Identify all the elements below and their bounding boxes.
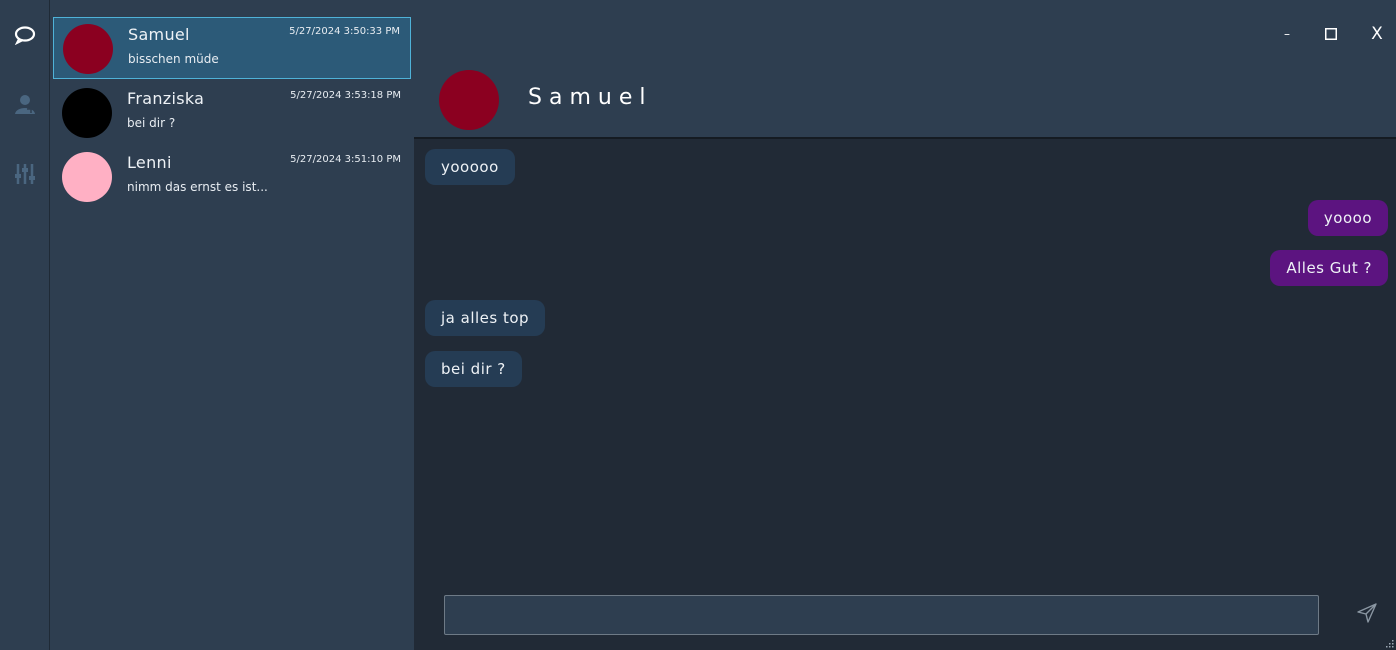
chat-header: Samuel – X (414, 0, 1396, 139)
contacts-icon (15, 95, 35, 114)
square-icon (1325, 28, 1337, 40)
conversation-timestamp: 5/27/2024 3:51:10 PM (290, 154, 401, 165)
minimize-button[interactable]: – (1275, 22, 1299, 46)
nav-contacts-button[interactable] (11, 90, 39, 118)
nav-settings-button[interactable] (11, 160, 39, 188)
contact-name: Franziska (127, 89, 205, 108)
messenger-app: Samuel 5/27/2024 3:50:33 PM bisschen müd… (0, 0, 1396, 650)
message-bubble-outgoing: Alles Gut ? (1270, 250, 1388, 286)
contact-name: Samuel (128, 25, 190, 44)
close-label: X (1371, 24, 1383, 44)
avatar (63, 24, 113, 74)
close-button[interactable]: X (1365, 22, 1389, 46)
conversation-timestamp: 5/27/2024 3:50:33 PM (289, 26, 400, 37)
message-list: yooooo yoooo Alles Gut ? ja alles top be… (414, 141, 1396, 581)
contact-name: Lenni (127, 153, 172, 172)
message-input[interactable] (444, 595, 1319, 635)
chat-avatar (439, 70, 499, 130)
resize-grip-icon[interactable] (1384, 638, 1394, 648)
message-bubble-incoming: bei dir ? (425, 351, 522, 387)
chat-panel: Samuel – X yooooo yoooo Alles Gut ? ja a… (414, 0, 1396, 650)
sliders-icon (15, 164, 35, 184)
message-bubble-outgoing: yoooo (1307, 200, 1388, 236)
avatar (62, 152, 112, 202)
nav-rail (0, 0, 50, 650)
message-preview: bei dir ? (127, 116, 176, 130)
conversation-item-lenni[interactable]: Lenni 5/27/2024 3:51:10 PM nimm das erns… (53, 146, 411, 208)
conversation-list: Samuel 5/27/2024 3:50:33 PM bisschen müd… (50, 0, 414, 650)
conversation-item-samuel[interactable]: Samuel 5/27/2024 3:50:33 PM bisschen müd… (53, 17, 411, 79)
send-button[interactable] (1352, 598, 1382, 628)
avatar (62, 88, 112, 138)
conversation-item-franziska[interactable]: Franziska 5/27/2024 3:53:18 PM bei dir ? (53, 82, 411, 144)
maximize-button[interactable] (1319, 22, 1343, 46)
chat-title: Samuel (528, 85, 653, 110)
nav-chats-button[interactable] (11, 21, 39, 49)
message-preview: nimm das ernst es ist... (127, 180, 268, 194)
chat-bubble-icon (14, 26, 36, 45)
conversation-timestamp: 5/27/2024 3:53:18 PM (290, 90, 401, 101)
message-bubble-incoming: ja alles top (425, 300, 546, 336)
send-icon (1357, 603, 1377, 623)
message-preview: bisschen müde (128, 52, 219, 66)
minimize-label: – (1284, 27, 1290, 41)
message-bubble-incoming: yooooo (425, 149, 515, 185)
